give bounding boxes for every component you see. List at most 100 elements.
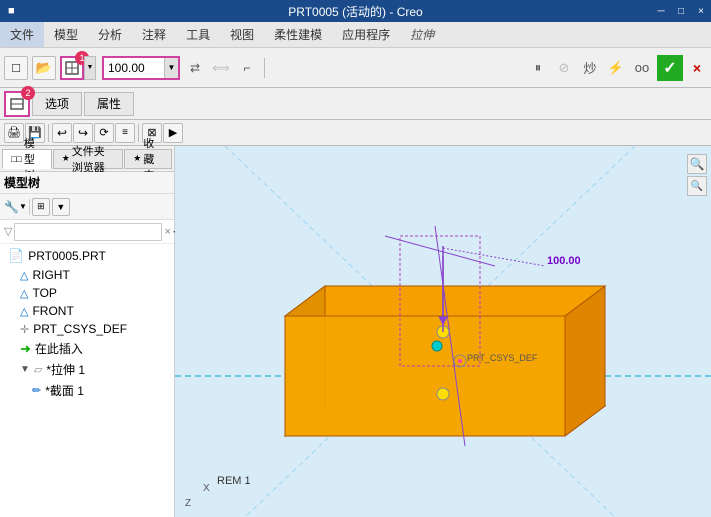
extrude-icon-shape: ▱	[34, 363, 42, 376]
tree-item-csys[interactable]: ✛ PRT_CSYS_DEF	[0, 320, 174, 338]
viewport-svg: 100.00 PRT_CSYS_DEF Z X	[175, 146, 711, 517]
feature-toolbar: 2 选项 属性	[0, 88, 711, 120]
tree-item-label-csys: PRT_CSYS_DEF	[33, 322, 127, 336]
print-button[interactable]: 🖨	[4, 123, 24, 143]
depth-value-combo[interactable]: ▼	[102, 56, 180, 80]
redo-button[interactable]: ↪	[73, 123, 93, 143]
favorites-tab-icon: ★	[133, 153, 141, 164]
tree-item-sketch1[interactable]: ✏ *截面 1	[0, 380, 174, 401]
wrench-icon: 🔧	[4, 200, 19, 214]
menu-tools[interactable]: 工具	[176, 22, 220, 47]
box-dropdown-arrow[interactable]: ▼	[84, 56, 96, 80]
menu-flexible-modeling[interactable]: 柔性建模	[264, 22, 332, 47]
left-sidebar: □□ 模型树 ★ 文件夹浏览器 ★ 收藏夹 模型树 🔧 ▼ ⊞ ▼	[0, 146, 175, 517]
sketch-icon-shape: ✏	[32, 384, 41, 397]
filter-icon: ▽	[4, 225, 12, 238]
expand-button[interactable]: ▶	[163, 123, 183, 143]
filter-row: ▽ × +	[0, 220, 174, 244]
plane-icon-top: △	[20, 287, 28, 300]
svg-text:100.00: 100.00	[547, 255, 581, 267]
tree-item-insert[interactable]: ➜ 在此插入	[0, 338, 174, 359]
tree-item-top[interactable]: △ TOP	[0, 284, 174, 302]
app-icon-area: ■	[8, 5, 15, 17]
undo-button[interactable]: ↩	[52, 123, 72, 143]
tree-item-extrude1[interactable]: ▼ ▱ *拉伸 1	[0, 359, 174, 380]
menu-file[interactable]: 文件	[0, 22, 44, 47]
folder-browser-tab-icon: ★	[62, 153, 70, 164]
insert-icon: ➜	[20, 341, 31, 357]
model-tree-tab[interactable]: □□ 模型树	[2, 149, 52, 169]
tree-item-prt0005[interactable]: 📄 PRT0005.PRT	[0, 246, 174, 266]
cap-button[interactable]: ⌐	[236, 57, 258, 79]
menu-applications[interactable]: 应用程序	[332, 22, 400, 47]
lightning-button[interactable]: ⚡	[605, 57, 627, 79]
badge-2: 2	[21, 86, 35, 100]
tree-item-label-prt: PRT0005.PRT	[28, 249, 106, 263]
tree-toolbar: 🔧 ▼ ⊞ ▼	[0, 194, 174, 220]
tree-item-label-front: FRONT	[32, 304, 73, 318]
tree-settings-arrow: ▼	[19, 202, 27, 211]
tree-item-label-right: RIGHT	[32, 268, 69, 282]
separator-1	[264, 58, 265, 78]
mirror-button: ⟺	[210, 57, 232, 79]
right-mini-toolbar: 🔍 🔍	[687, 154, 707, 196]
tree-item-label-top: TOP	[32, 286, 56, 300]
svg-text:Z: Z	[185, 498, 191, 509]
window-controls[interactable]: ─ □ ×	[651, 0, 711, 22]
cancel-button[interactable]: ×	[687, 58, 707, 78]
tree-layout-btn[interactable]: ⊞	[32, 198, 50, 216]
filter-input[interactable]	[14, 223, 162, 241]
options-tab[interactable]: 选项	[32, 92, 82, 116]
favorites-tab[interactable]: ★ 收藏夹	[124, 149, 172, 169]
flip-button[interactable]: ⇄	[184, 57, 206, 79]
svg-text:PRT_CSYS_DEF: PRT_CSYS_DEF	[467, 353, 538, 363]
zoom-icon: 🔍	[691, 181, 703, 192]
tree-item-right[interactable]: △ RIGHT	[0, 266, 174, 284]
regen-button[interactable]: ⟳	[94, 123, 114, 143]
sep3	[138, 124, 139, 142]
tree-sep	[29, 199, 30, 215]
tree-filter-btn[interactable]: ▼	[52, 198, 70, 216]
plane-icon-right: △	[20, 269, 28, 282]
depth-dropdown-arrow[interactable]: ▼	[164, 58, 178, 78]
tree-item-label-insert: 在此插入	[35, 340, 83, 357]
folder-browser-tab[interactable]: ★ 文件夹浏览器	[53, 149, 124, 169]
properties-tab[interactable]: 属性	[84, 92, 134, 116]
open-button[interactable]: 📂	[32, 56, 56, 80]
zoom-in-button[interactable]: 🔍	[687, 154, 707, 174]
tree-section-header: 模型树	[0, 172, 174, 194]
rem-label: REM 1	[217, 475, 251, 487]
main-area: □□ 模型树 ★ 文件夹浏览器 ★ 收藏夹 模型树 🔧 ▼ ⊞ ▼	[0, 146, 711, 517]
settings-button[interactable]: 炒	[579, 57, 601, 79]
plane-icon-front: △	[20, 305, 28, 318]
tree-settings-btn[interactable]: 🔧 ▼	[4, 200, 27, 214]
maximize-button[interactable]: □	[671, 0, 691, 22]
depth-input[interactable]	[104, 59, 164, 77]
new-button[interactable]: □	[4, 56, 28, 80]
stop-button: ⊘	[553, 57, 575, 79]
pause-button[interactable]: ⏸	[527, 57, 549, 79]
menu-analysis[interactable]: 分析	[88, 22, 132, 47]
menu-bar: 文件 模型 分析 注释 工具 视图 柔性建模 应用程序 拉伸	[0, 22, 711, 48]
tree-section-label: 模型树	[4, 176, 40, 190]
panel-tabs-row: □□ 模型树 ★ 文件夹浏览器 ★ 收藏夹	[0, 146, 174, 172]
close-button[interactable]: ×	[691, 0, 711, 22]
minimize-button[interactable]: ─	[651, 0, 671, 22]
folder-browser-tab-label: 文件夹浏览器	[72, 143, 114, 175]
menu-model[interactable]: 模型	[44, 22, 88, 47]
menu-extrude[interactable]: 拉伸	[400, 22, 444, 47]
tree-item-front[interactable]: △ FRONT	[0, 302, 174, 320]
tools2-button[interactable]: ≡	[115, 123, 135, 143]
eye-button[interactable]: oo	[631, 57, 653, 79]
extrude-expand-icon: ▼	[20, 364, 30, 375]
confirm-button[interactable]: ✓	[657, 55, 683, 81]
tree-item-label-sketch: *截面 1	[45, 382, 84, 399]
menu-annotation[interactable]: 注释	[132, 22, 176, 47]
csys-icon: ✛	[20, 323, 29, 336]
app-icon: ■	[8, 5, 15, 17]
zoom-out-button[interactable]: 🔍	[687, 176, 707, 196]
prt-folder-icon: 📄	[8, 248, 24, 264]
menu-view[interactable]: 视图	[220, 22, 264, 47]
filter-close-btn[interactable]: ×	[164, 226, 170, 238]
tree-content: 📄 PRT0005.PRT △ RIGHT △ TOP △ FRONT ✛ PR…	[0, 244, 174, 517]
